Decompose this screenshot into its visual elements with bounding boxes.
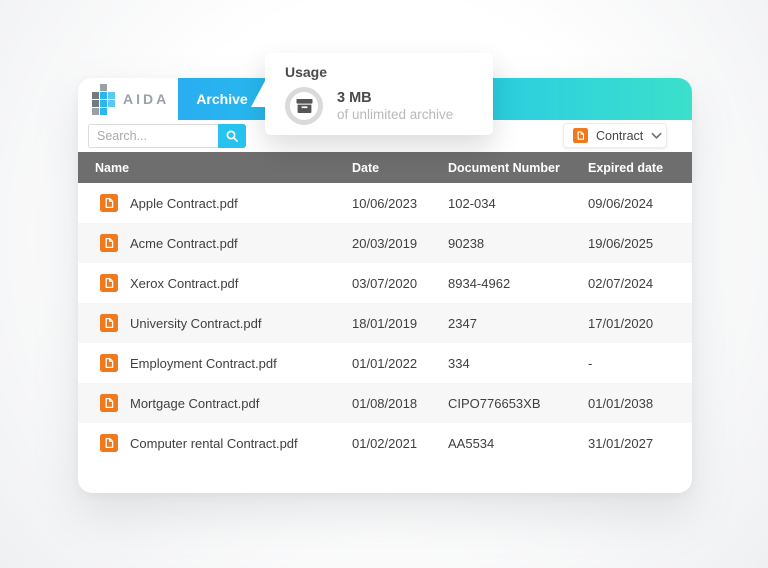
file-date: 01/08/2018 <box>352 396 448 411</box>
file-name: Apple Contract.pdf <box>130 196 238 211</box>
documents-table: Name Date Document Number Expired date A… <box>78 152 692 463</box>
document-number: 102-034 <box>448 196 588 211</box>
document-number: 8934-4962 <box>448 276 588 291</box>
usage-title: Usage <box>285 64 475 80</box>
table-row[interactable]: Xerox Contract.pdf 03/07/2020 8934-4962 … <box>78 263 692 303</box>
document-number: 334 <box>448 356 588 371</box>
pdf-document-icon <box>100 354 118 372</box>
file-name: Computer rental Contract.pdf <box>130 436 298 451</box>
pdf-document-icon <box>100 314 118 332</box>
file-date: 01/02/2021 <box>352 436 448 451</box>
file-name: Xerox Contract.pdf <box>130 276 238 291</box>
column-header-expired-date[interactable]: Expired date <box>588 161 692 175</box>
filter-label: Contract <box>596 129 643 143</box>
table-row[interactable]: Apple Contract.pdf 10/06/2023 102-034 09… <box>78 183 692 223</box>
file-name: Employment Contract.pdf <box>130 356 277 371</box>
column-header-name[interactable]: Name <box>95 161 352 175</box>
file-date: 20/03/2019 <box>352 236 448 251</box>
archive-panel: AIDA Archive Contract Name <box>78 78 692 493</box>
expired-date: 01/01/2038 <box>588 396 692 411</box>
table-row[interactable]: Employment Contract.pdf 01/01/2022 334 - <box>78 343 692 383</box>
pdf-document-icon <box>100 434 118 452</box>
table-header: Name Date Document Number Expired date <box>78 152 692 183</box>
expired-date: 02/07/2024 <box>588 276 692 291</box>
table-row[interactable]: Acme Contract.pdf 20/03/2019 90238 19/06… <box>78 223 692 263</box>
document-number: 2347 <box>448 316 588 331</box>
filter-dropdown[interactable]: Contract <box>563 123 667 148</box>
search-button[interactable] <box>218 124 246 148</box>
table-row[interactable]: University Contract.pdf 18/01/2019 2347 … <box>78 303 692 343</box>
expired-date: 31/01/2027 <box>588 436 692 451</box>
file-date: 01/01/2022 <box>352 356 448 371</box>
brand: AIDA <box>78 78 178 120</box>
document-number: CIPO776653XB <box>448 396 588 411</box>
pdf-document-icon <box>100 194 118 212</box>
file-name: Mortgage Contract.pdf <box>130 396 259 411</box>
search-input[interactable] <box>88 124 218 148</box>
usage-value: 3 MB <box>337 90 453 106</box>
file-date: 03/07/2020 <box>352 276 448 291</box>
document-number: 90238 <box>448 236 588 251</box>
usage-subtitle: of unlimited archive <box>337 107 453 122</box>
archive-box-icon <box>296 98 313 114</box>
document-icon <box>573 128 588 143</box>
pdf-document-icon <box>100 274 118 292</box>
usage-ring <box>285 87 323 125</box>
expired-date: 09/06/2024 <box>588 196 692 211</box>
chevron-down-icon <box>651 132 662 140</box>
expired-date: - <box>588 356 692 371</box>
search-group <box>88 124 246 148</box>
aida-grid-logo-icon <box>92 84 115 115</box>
column-header-date[interactable]: Date <box>352 161 448 175</box>
table-body: Apple Contract.pdf 10/06/2023 102-034 09… <box>78 183 692 463</box>
file-name: University Contract.pdf <box>130 316 262 331</box>
pdf-document-icon <box>100 234 118 252</box>
document-number: AA5534 <box>448 436 588 451</box>
pdf-document-icon <box>100 394 118 412</box>
table-row[interactable]: Mortgage Contract.pdf 01/08/2018 CIPO776… <box>78 383 692 423</box>
file-name: Acme Contract.pdf <box>130 236 238 251</box>
search-icon <box>225 129 239 143</box>
column-header-document-number[interactable]: Document Number <box>448 161 588 175</box>
file-date: 18/01/2019 <box>352 316 448 331</box>
usage-popover: Usage 3 MB of unlimited archive <box>265 53 493 135</box>
brand-name: AIDA <box>123 91 169 107</box>
expired-date: 19/06/2025 <box>588 236 692 251</box>
table-row[interactable]: Computer rental Contract.pdf 01/02/2021 … <box>78 423 692 463</box>
expired-date: 17/01/2020 <box>588 316 692 331</box>
file-date: 10/06/2023 <box>352 196 448 211</box>
